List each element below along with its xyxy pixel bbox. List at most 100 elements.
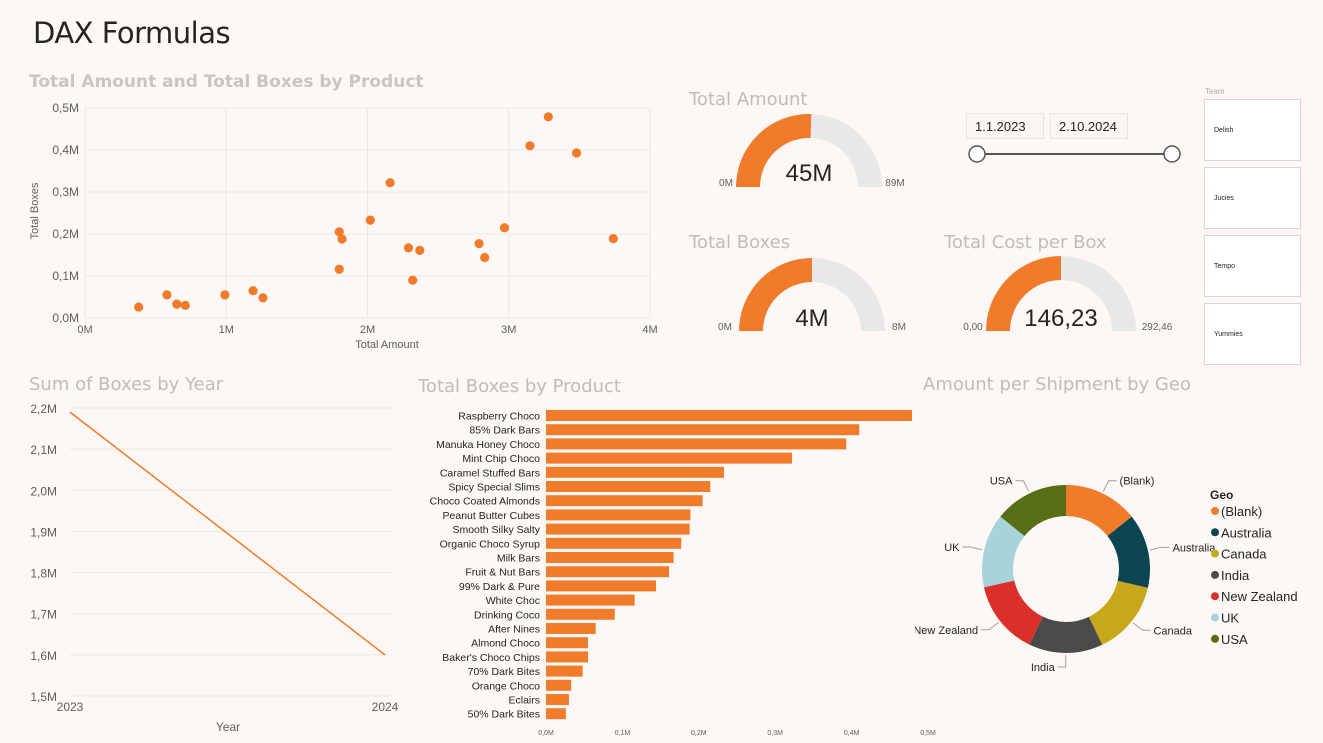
y-tick-label: 1,6M [30, 649, 57, 663]
bar[interactable] [546, 495, 703, 507]
date-range-slider[interactable] [960, 140, 1190, 170]
line-xlabel: Year [216, 720, 240, 734]
gauge-amount-title: Total Amount [689, 89, 808, 110]
legend-marker [1211, 570, 1219, 579]
scatter-point[interactable] [480, 252, 490, 263]
legend-label: Australia [1221, 525, 1272, 540]
scatter-point[interactable] [408, 275, 418, 285]
bar[interactable] [546, 509, 691, 521]
scatter-point[interactable] [499, 223, 510, 233]
gauge-min: 0M [718, 322, 732, 333]
scatter-yticks: 0,0M 0,1M 0,2M 0,3M 0,4M 0,5M [52, 101, 79, 325]
scatter-xticks: 0M 1M 2M 3M 4M [77, 324, 657, 336]
bar-category-label: After Nines [488, 624, 540, 636]
bar-category-label: Almond Choco [471, 638, 540, 650]
bar-title: Total Boxes by Product [418, 376, 621, 397]
bar-chart[interactable]: Raspberry Choco 85% Dark Bars Manuka Honey… [410, 400, 950, 740]
scatter-point[interactable] [334, 264, 344, 274]
donut-label: New Zealand [915, 625, 978, 637]
scatter-points[interactable] [134, 112, 618, 312]
scatter-point[interactable] [543, 112, 553, 122]
scatter-point[interactable] [365, 215, 375, 225]
bar-category-label: Caramel Stuffed Bars [440, 467, 540, 479]
scatter-ylabel: Total Boxes [29, 182, 41, 239]
bar[interactable] [546, 637, 589, 649]
y-tick-label: 0,5M [52, 101, 79, 115]
team-tile-yummies[interactable]: Yummies [1204, 303, 1301, 365]
scatter-point[interactable] [571, 148, 582, 158]
gauge-min: 0M [719, 178, 733, 189]
gauge-total-amount[interactable]: 45M 0M 89M [700, 108, 920, 198]
scatter-point[interactable] [337, 234, 347, 244]
bar[interactable] [546, 580, 657, 592]
legend-title: Geo [1210, 488, 1233, 502]
bar[interactable] [546, 608, 615, 620]
bar-series[interactable] [546, 410, 912, 720]
bar[interactable] [546, 452, 793, 464]
line-series[interactable] [69, 411, 386, 656]
leader-line [1102, 480, 1117, 492]
bar-category-label: Drinking Coco [474, 609, 540, 621]
donut-slices[interactable] [982, 485, 1150, 653]
x-tick-label: 0M [77, 324, 92, 336]
bar[interactable] [546, 466, 725, 478]
x-tick-label: 0,4M [844, 730, 860, 737]
line-yticks: 1,5M 1,6M 1,7M 1,8M 1,9M 2,0M 2,1M 2,2M [30, 402, 57, 704]
scatter-point[interactable] [525, 141, 535, 151]
gauge-cost-per-box[interactable]: 146,23 0,00 292,46 [952, 252, 1172, 342]
y-tick-label: 2,1M [30, 443, 57, 457]
bar[interactable] [546, 481, 711, 492]
legend-label: India [1221, 568, 1250, 583]
donut-title: Amount per Shipment by Geo [923, 374, 1191, 395]
scatter-point[interactable] [415, 245, 425, 255]
x-tick-label: 2M [360, 324, 375, 336]
date-end-input[interactable]: 2.10.2024 [1050, 113, 1128, 139]
bar[interactable] [546, 651, 589, 663]
page-title: DAX Formulas [33, 16, 231, 50]
scatter-point[interactable] [248, 286, 258, 296]
bar[interactable] [546, 438, 847, 450]
bar[interactable] [546, 552, 674, 563]
scatter-point[interactable] [172, 299, 182, 309]
bar[interactable] [546, 665, 583, 677]
scatter-point[interactable] [258, 293, 268, 303]
bar[interactable] [546, 623, 596, 634]
bar[interactable] [546, 594, 635, 606]
bar[interactable] [546, 523, 690, 535]
scatter-point[interactable] [608, 234, 618, 244]
team-tile-jucies[interactable]: Jucies [1204, 167, 1301, 229]
bar[interactable] [546, 566, 670, 578]
scatter-point[interactable] [385, 178, 395, 188]
donut-slice[interactable] [1029, 616, 1103, 653]
team-tile-delish[interactable]: Delish [1204, 99, 1301, 161]
bar[interactable] [546, 679, 572, 691]
scatter-chart[interactable]: 0,0M 0,1M 0,2M 0,3M 0,4M 0,5M 0M 1M 2M 3M 4M Tota… [20, 96, 670, 356]
line-chart[interactable]: 1,5M1,6M1,7M1,8M1,9M2,0M2,1M2,2M 2023 202… [20, 396, 410, 741]
donut-label: (Blank) [1120, 476, 1155, 488]
scatter-point[interactable] [134, 302, 144, 312]
donut-slice[interactable] [1088, 580, 1148, 645]
bar-category-label: 99% Dark & Pure [459, 581, 540, 593]
scatter-point[interactable] [403, 243, 414, 253]
legend-label: USA [1221, 632, 1248, 647]
slider-end-handle[interactable] [1163, 145, 1181, 163]
date-start-input[interactable]: 1.1.2023 [966, 113, 1044, 139]
bar[interactable] [546, 424, 860, 436]
scatter-point[interactable] [162, 290, 172, 300]
bar[interactable] [546, 708, 566, 720]
gauge-total-boxes[interactable]: 4M 0M 8M [703, 252, 923, 342]
bar[interactable] [546, 694, 569, 705]
scatter-point[interactable] [474, 239, 484, 249]
bar[interactable] [546, 410, 912, 421]
x-tick-label: 0,1M [615, 730, 631, 737]
scatter-point[interactable] [180, 300, 190, 310]
team-tile-tempo[interactable]: Tempo [1204, 235, 1301, 297]
x-tick-label: 0,0M [538, 730, 554, 737]
gauge-max: 8M [892, 322, 906, 333]
scatter-point[interactable] [220, 290, 230, 300]
donut-label: Canada [1153, 625, 1192, 637]
x-tick-label: 3M [501, 324, 516, 336]
slider-start-handle[interactable] [968, 145, 986, 163]
bar[interactable] [546, 537, 682, 549]
donut-chart[interactable]: (Blank) Australia Canada India New Zealand UK… [915, 460, 1315, 680]
